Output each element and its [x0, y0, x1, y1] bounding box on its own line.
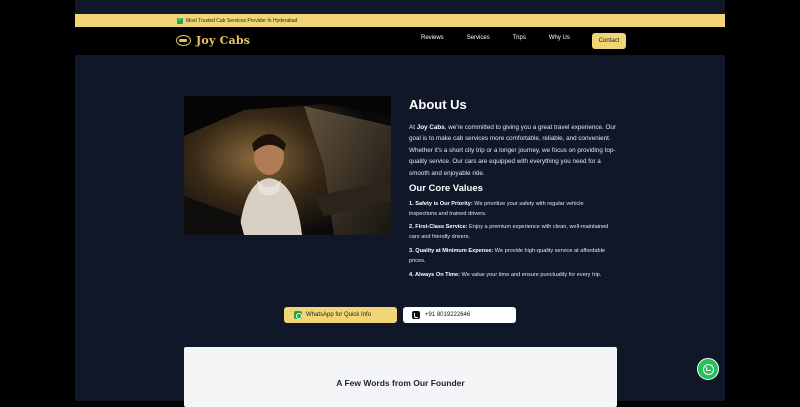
core-value-item: 2. First-Class Service: Enjoy a premium … — [409, 223, 609, 242]
whatsapp-icon — [294, 311, 302, 319]
phone-icon — [412, 311, 420, 319]
core-value-label: 4. Always On Time: — [409, 272, 460, 278]
core-value-label: 1. Safety is Our Priority: — [409, 201, 473, 207]
whatsapp-icon — [702, 363, 714, 375]
brand-logo[interactable]: Joy Cabs — [176, 34, 250, 47]
about-brand: Joy Cabs — [416, 124, 445, 131]
whatsapp-button-label: WhatsApp for Quick Info — [306, 312, 372, 318]
about-body: , we're committed to giving you a great … — [409, 124, 617, 177]
nav-link-trips[interactable]: Trips — [513, 35, 526, 41]
about-photo — [184, 96, 391, 235]
core-value-text: We value your time and ensure punctualit… — [459, 272, 602, 278]
about-title: About Us — [409, 97, 467, 112]
about-lead-prefix: At — [409, 124, 417, 131]
car-logo-icon — [176, 35, 191, 46]
phone-number: +91 8019222646 — [425, 312, 471, 318]
nav-links: Reviews Services Trips Why Us — [421, 35, 593, 41]
driver-in-car-image — [184, 96, 391, 235]
core-value-label: 3. Quality at Minimum Expense: — [409, 248, 494, 254]
core-value-item: 3. Quality at Minimum Expense: We provid… — [409, 247, 609, 266]
whatsapp-button[interactable]: WhatsApp for Quick Info — [284, 307, 397, 323]
check-icon: ✓ — [177, 17, 183, 24]
brand-name: Joy Cabs — [196, 34, 251, 47]
core-value-item: 4. Always On Time: We value your time an… — [409, 271, 609, 281]
nav-link-services[interactable]: Services — [467, 35, 490, 41]
phone-button[interactable]: +91 8019222646 — [403, 307, 516, 323]
core-value-item: 1. Safety is Our Priority: We prioritize… — [409, 200, 609, 219]
navbar: Joy Cabs Reviews Services Trips Why Us C… — [75, 27, 725, 55]
whatsapp-floating-button[interactable] — [697, 358, 719, 380]
contact-button[interactable]: Contact — [592, 33, 626, 49]
core-value-label: 2. First-Class Service: — [409, 224, 468, 230]
announcement-text: Most Trusted Cab Services Provider In Hy… — [186, 17, 298, 24]
core-values-title: Our Core Values — [409, 183, 483, 194]
about-paragraph: At Joy Cabs, we're committed to giving y… — [409, 122, 623, 179]
nav-link-why-us[interactable]: Why Us — [549, 35, 570, 41]
nav-link-reviews[interactable]: Reviews — [421, 35, 444, 41]
founder-title: A Few Words from Our Founder — [336, 378, 465, 388]
announcement-bar: ✓ Most Trusted Cab Services Provider In … — [75, 14, 725, 27]
founder-card: A Few Words from Our Founder — [184, 347, 617, 407]
page-frame — [75, 0, 725, 401]
